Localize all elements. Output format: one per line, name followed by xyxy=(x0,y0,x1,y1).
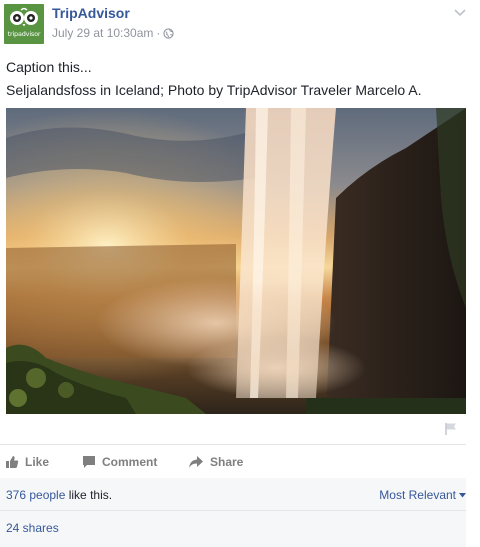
post-meta: July 29 at 10:30am · xyxy=(52,26,175,40)
page-name-link[interactable]: TripAdvisor xyxy=(52,5,130,21)
share-label: Share xyxy=(210,455,244,469)
action-bar: Like Comment Share xyxy=(0,448,466,476)
post-description: Seljalandsfoss in Iceland; Photo by Trip… xyxy=(6,82,422,98)
sort-label: Most Relevant xyxy=(379,488,456,502)
like-label: Like xyxy=(25,455,50,469)
like-button[interactable]: Like xyxy=(5,448,49,476)
post-timestamp[interactable]: July 29 at 10:30am xyxy=(52,26,153,40)
caret-down-icon xyxy=(459,492,466,497)
post-footer: 376 people like this. Most Relevant 24 s… xyxy=(0,478,466,547)
comment-button[interactable]: Comment xyxy=(82,448,157,476)
sort-dropdown[interactable]: Most Relevant xyxy=(379,488,466,502)
flag-icon[interactable] xyxy=(444,422,458,436)
share-arrow-icon xyxy=(189,456,203,468)
like-count-link[interactable]: 376 people xyxy=(6,488,65,502)
page-avatar[interactable]: tripadvisor xyxy=(4,4,44,44)
like-summary-suffix: like this. xyxy=(65,488,113,502)
logo-wordmark: tripadvisor xyxy=(7,30,41,38)
post-caption: Caption this... xyxy=(6,59,92,75)
meta-separator: · xyxy=(156,26,161,40)
tripadvisor-owl-icon xyxy=(10,7,38,27)
divider xyxy=(0,444,466,445)
facebook-post: tripadvisor TripAdvisor July 29 at 10:30… xyxy=(0,0,480,547)
comment-icon xyxy=(83,456,95,468)
comment-label: Comment xyxy=(102,455,158,469)
like-summary: 376 people like this. xyxy=(6,488,112,502)
waterfall-photo[interactable] xyxy=(6,108,466,414)
footer-divider xyxy=(0,510,466,511)
shares-link[interactable]: 24 shares xyxy=(6,521,59,535)
chevron-down-icon[interactable] xyxy=(454,8,466,18)
thumbs-up-icon xyxy=(6,456,19,468)
globe-icon[interactable] xyxy=(163,27,175,39)
share-button[interactable]: Share xyxy=(188,448,243,476)
